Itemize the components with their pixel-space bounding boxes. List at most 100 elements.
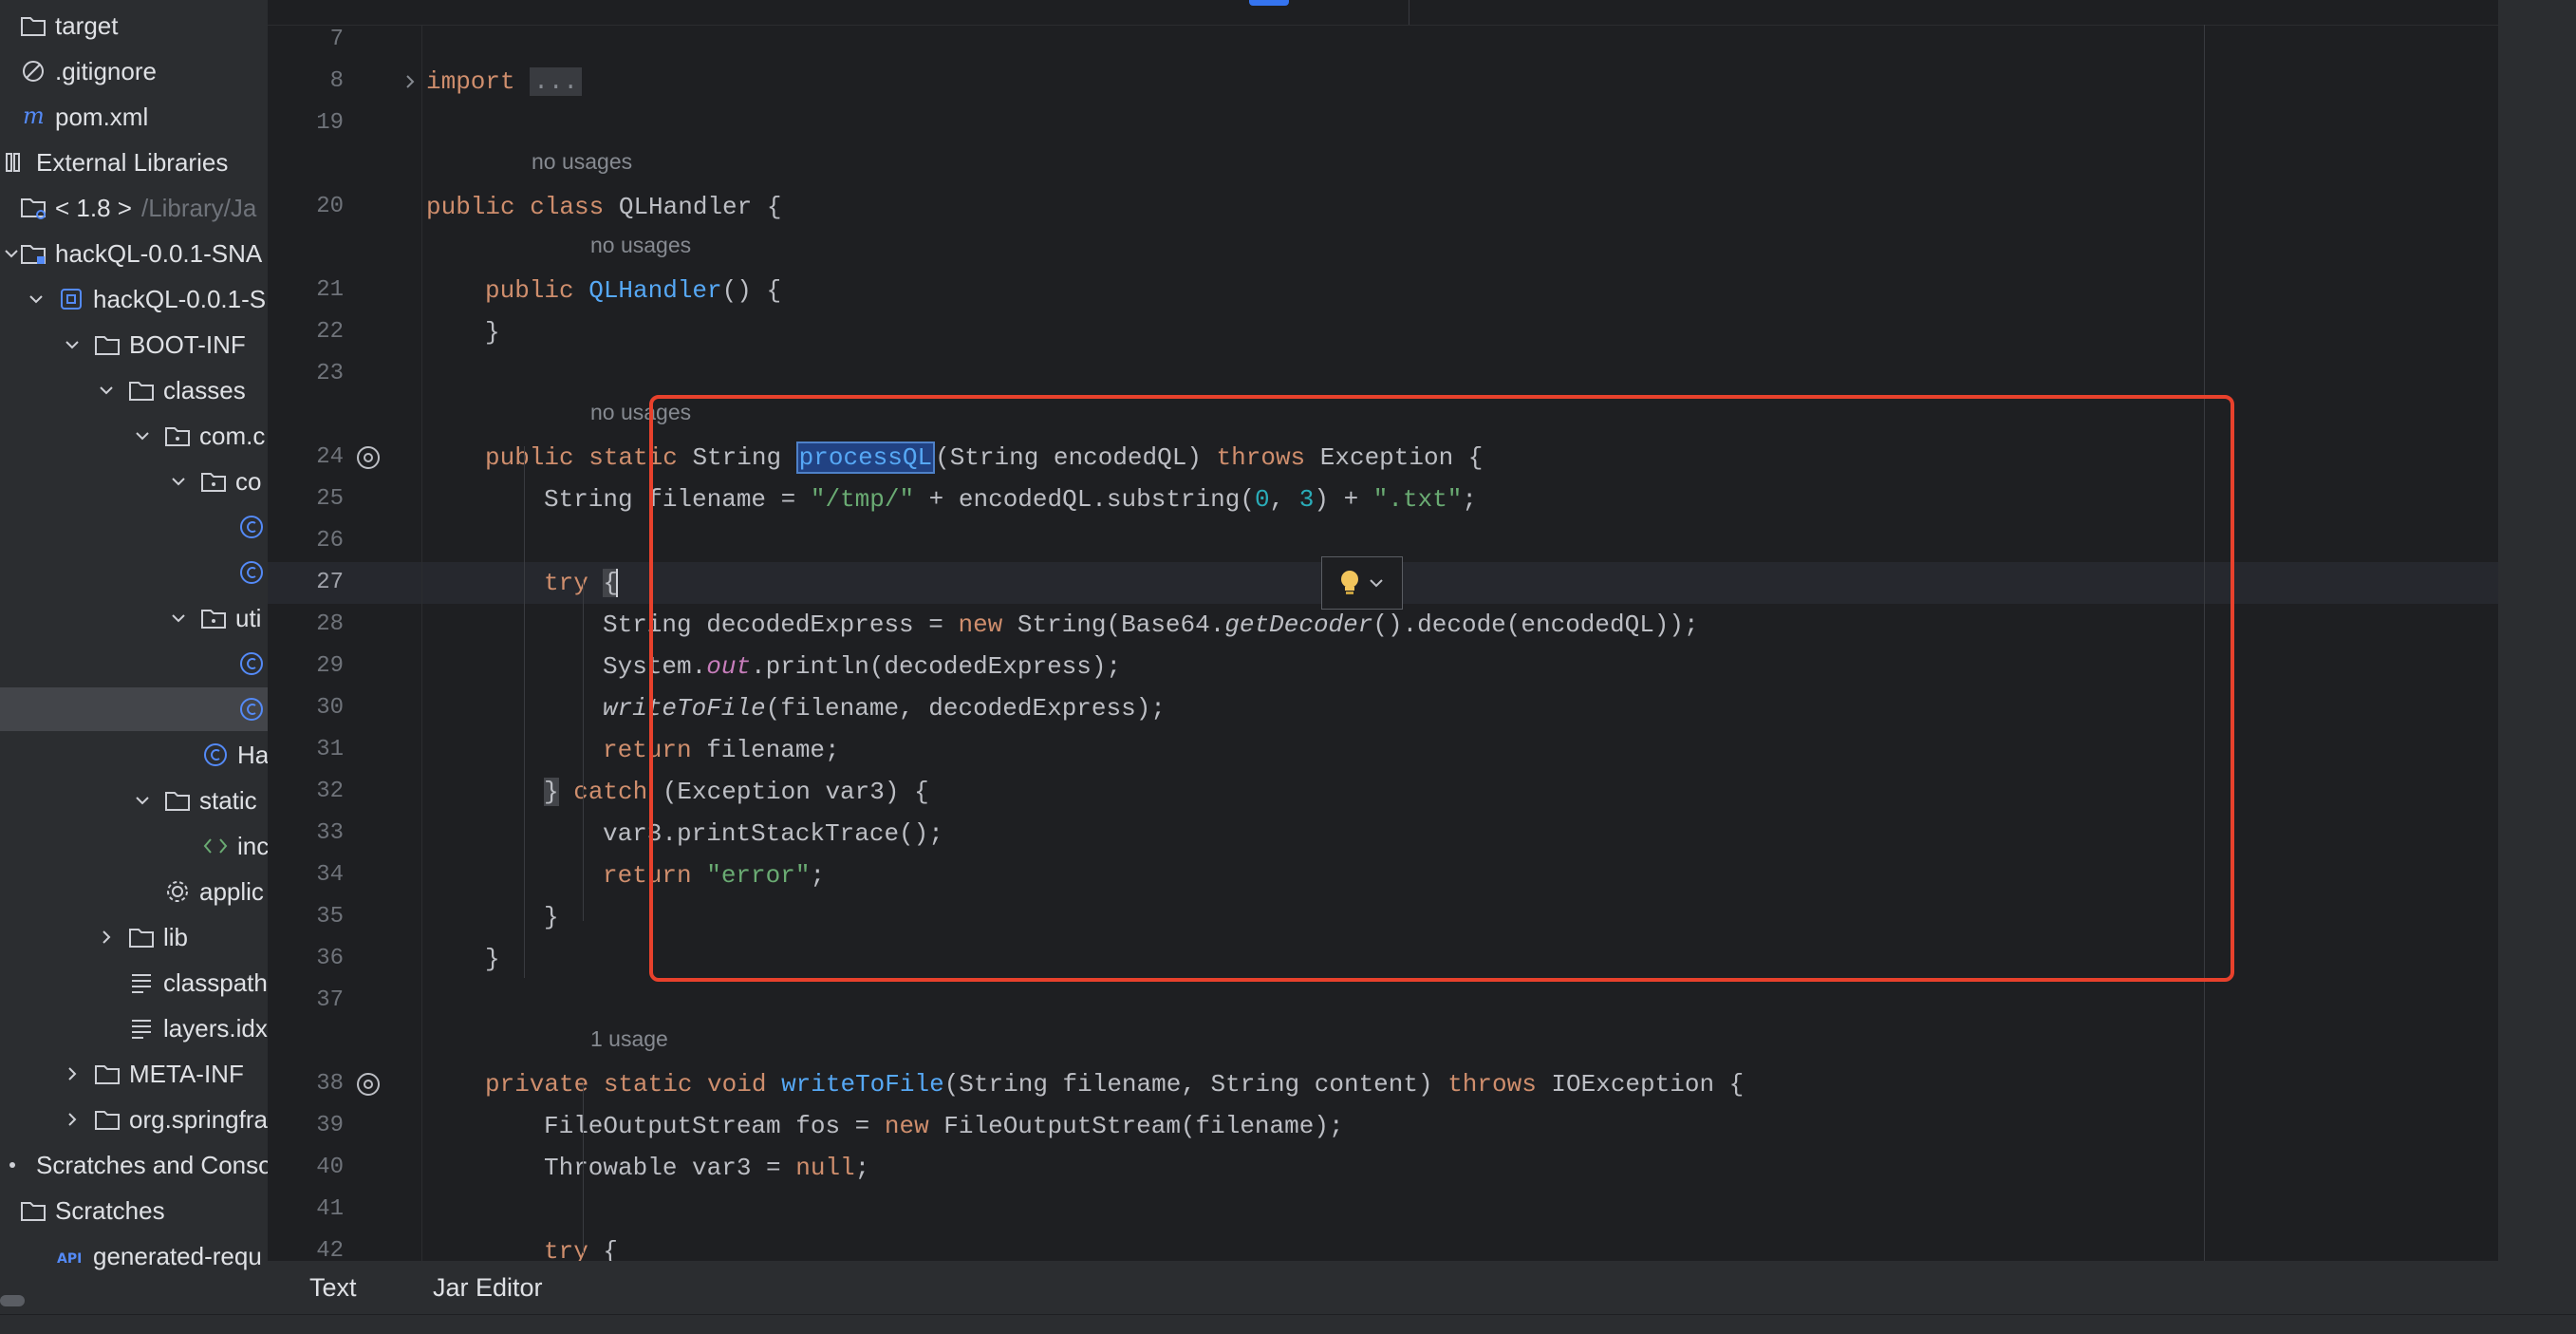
html-icon xyxy=(201,832,230,860)
chevron-down-icon[interactable] xyxy=(167,470,190,493)
chevron-right-icon[interactable] xyxy=(61,1108,84,1131)
tree-item[interactable]: uti xyxy=(0,596,268,640)
override-gutter-icon[interactable] xyxy=(355,444,382,471)
line-number: 38 xyxy=(316,1071,344,1097)
tree-item[interactable]: .gitignore xyxy=(0,49,268,93)
code-token: public xyxy=(485,276,589,305)
code-token: } xyxy=(485,945,500,973)
tree-item[interactable]: target xyxy=(0,4,268,47)
tree-item[interactable]: com.c xyxy=(0,414,268,458)
tree-item-path: /Library/Ja xyxy=(140,193,257,222)
code-line[interactable]: } xyxy=(544,896,559,938)
indent-guide xyxy=(524,446,525,978)
library-icon xyxy=(0,148,28,177)
tree-item-label: generated-requ xyxy=(93,1241,262,1270)
tree-item[interactable]: hackQL-0.0.1-SNA xyxy=(0,232,268,275)
code-line[interactable]: } xyxy=(485,311,500,353)
tree-item-label: applic xyxy=(199,876,264,906)
tree-item[interactable]: org.springfra xyxy=(0,1098,268,1141)
tree-item[interactable]: inc xyxy=(0,824,268,868)
tree-item[interactable]: Scratches xyxy=(0,1189,268,1232)
code-editor[interactable]: 7 8 import ... 19 no usages 20 public class QL… xyxy=(268,0,2498,1261)
code-token: } xyxy=(485,318,500,347)
chevron-down-icon[interactable] xyxy=(167,607,190,629)
class-icon xyxy=(237,513,266,541)
code-line[interactable]: public QLHandler() { xyxy=(485,270,781,311)
tree-horizontal-scrollbar[interactable] xyxy=(0,1295,25,1306)
tree-item[interactable]: m pom.xml xyxy=(0,95,268,139)
line-number: 36 xyxy=(316,946,344,971)
tree-item-label: .gitignore xyxy=(55,56,157,85)
tree-item[interactable]: lib xyxy=(0,915,268,959)
line-number: 19 xyxy=(316,110,344,136)
chevron-down-icon[interactable] xyxy=(131,424,154,447)
code-line[interactable]: try { xyxy=(544,562,619,604)
tab-text[interactable]: Text xyxy=(289,1261,378,1314)
intention-actions-button[interactable] xyxy=(1321,556,1403,610)
chevron-down-icon[interactable] xyxy=(131,789,154,812)
code-line[interactable]: Throwable var3 = null; xyxy=(544,1147,869,1189)
svg-text:API: API xyxy=(57,1251,82,1267)
code-line[interactable]: FileOutputStream fos = new FileOutputStr… xyxy=(544,1105,1344,1147)
folder-icon xyxy=(93,1060,121,1088)
maven-icon: m xyxy=(19,103,47,131)
tree-item[interactable]: META-INF xyxy=(0,1052,268,1096)
chevron-down-icon[interactable] xyxy=(95,379,118,402)
tree-item[interactable]: API generated-requ xyxy=(0,1234,268,1278)
code-token: () { xyxy=(721,276,782,305)
line-number: 8 xyxy=(329,68,344,94)
package-icon xyxy=(199,467,228,496)
code-token: } xyxy=(544,778,559,806)
tree-item[interactable]: classpath xyxy=(0,961,268,1005)
tab-jar-editor[interactable]: Jar Editor xyxy=(412,1261,564,1314)
folder-icon xyxy=(19,11,47,40)
tree-item[interactable]: layers.idx xyxy=(0,1006,268,1050)
tree-item[interactable] xyxy=(0,687,268,731)
tree-item[interactable]: BOOT-INF xyxy=(0,323,268,366)
project-tree: target .gitignore m pom.xml External Librari… xyxy=(0,0,268,1333)
tree-item[interactable]: < 1.8 >/Library/Ja xyxy=(0,186,268,230)
tree-item[interactable]: static xyxy=(0,779,268,822)
code-token: private static void xyxy=(485,1070,782,1099)
code-line[interactable]: import ... xyxy=(426,61,583,103)
jar-icon xyxy=(57,285,85,313)
tree-item[interactable]: hackQL-0.0.1-S xyxy=(0,277,268,321)
line-number: 37 xyxy=(316,987,344,1013)
code-line[interactable]: } xyxy=(485,938,500,980)
code-token: import xyxy=(426,67,531,96)
fold-chevron-icon[interactable] xyxy=(401,72,420,91)
chevron-right-icon[interactable] xyxy=(61,1062,84,1085)
line-number: 42 xyxy=(316,1238,344,1261)
chevron-down-icon[interactable] xyxy=(25,288,47,310)
line-number: 32 xyxy=(316,779,344,804)
tree-item[interactable] xyxy=(0,642,268,686)
code-token: null xyxy=(795,1154,855,1182)
code-token: catch xyxy=(558,778,663,806)
chevron-down-icon[interactable] xyxy=(61,333,84,356)
tree-item-label: External Libraries xyxy=(36,147,229,177)
tree-item[interactable]: classes xyxy=(0,368,268,412)
tree-item[interactable] xyxy=(0,505,268,549)
code-line[interactable]: try { xyxy=(544,1231,618,1261)
tree-item[interactable]: Scratches and Conso xyxy=(0,1143,268,1187)
gutter-divider xyxy=(421,25,422,1261)
code-line[interactable]: private static void writeToFile(String f… xyxy=(485,1063,1744,1105)
code-token: { xyxy=(603,1237,619,1261)
usage-hint[interactable]: no usages xyxy=(532,144,632,178)
code-token: Throwable var3 = xyxy=(544,1154,796,1182)
tree-item[interactable] xyxy=(0,551,268,594)
tree-item[interactable]: co xyxy=(0,460,268,503)
tree-item[interactable]: External Libraries xyxy=(0,141,268,184)
tree-item-label: org.springfra xyxy=(129,1104,268,1134)
tree-item-label: BOOT-INF xyxy=(129,329,246,359)
indent-guide xyxy=(583,1082,584,1253)
tree-item[interactable]: applic xyxy=(0,870,268,913)
code-token: IOException { xyxy=(1551,1070,1745,1099)
tree-item[interactable]: Ha xyxy=(0,733,268,777)
usage-hint[interactable]: no usages xyxy=(590,228,691,262)
usage-hint[interactable]: 1 usage xyxy=(590,1022,668,1056)
indent-guide xyxy=(583,579,584,921)
override-gutter-icon[interactable] xyxy=(355,1071,382,1098)
code-line[interactable]: public class QLHandler { xyxy=(426,186,781,228)
chevron-right-icon[interactable] xyxy=(95,926,118,949)
